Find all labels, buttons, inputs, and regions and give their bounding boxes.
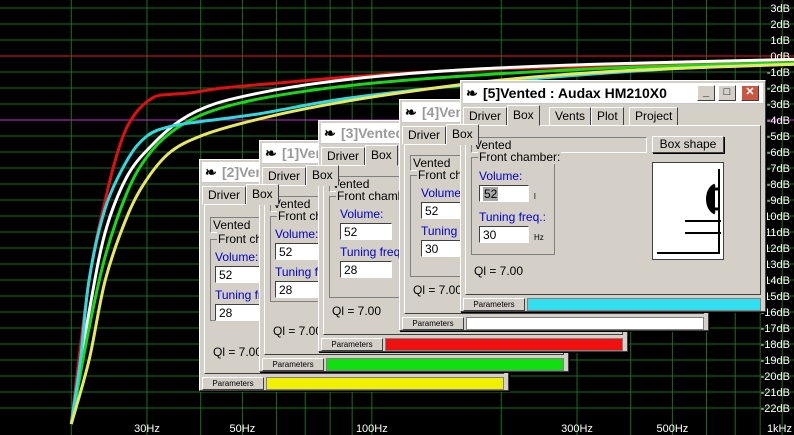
volume-unit: l	[534, 192, 536, 201]
y-tick-label: -18dB	[761, 339, 790, 351]
y-tick-label: -20dB	[761, 371, 790, 383]
box-tab-panel: Vented Box shape Front chamber: Volume: …	[465, 125, 761, 295]
ql-value: Ql = 7.00	[213, 345, 263, 359]
ql-value: Ql = 7.00	[474, 264, 524, 278]
tab-driver[interactable]: Driver	[321, 147, 365, 166]
parameters-button[interactable]: Parameters	[402, 317, 464, 330]
x-tick-label: 1kHz	[767, 423, 792, 435]
y-tick-label: 0dB	[770, 51, 790, 63]
x-tick-label: 300Hz	[561, 423, 593, 435]
tab-box[interactable]: Box	[507, 105, 540, 126]
volume-label: Volume:	[479, 169, 523, 183]
x-tick-label: 30Hz	[134, 423, 160, 435]
y-tick-label: -5dB	[767, 131, 790, 143]
tuning-freq-input[interactable]: 30	[479, 226, 529, 243]
y-tick-label: -4dB	[767, 115, 790, 127]
parameters-button[interactable]: Parameters	[463, 298, 525, 311]
tab-box[interactable]: Box	[306, 165, 339, 186]
tuning-freq-label: Tuning freq.:	[479, 210, 546, 224]
box-shape-icon	[652, 162, 724, 260]
close-button[interactable]: ✕	[741, 85, 759, 101]
tab-driver[interactable]: Driver	[202, 186, 246, 205]
status-bar: Parameters	[463, 298, 763, 311]
x-axis-tick-labels: 30Hz 50Hz 100Hz 300Hz 500Hz 1kHz	[134, 423, 792, 435]
parameters-button[interactable]: Parameters	[262, 358, 324, 371]
y-tick-label: -1dB	[767, 67, 790, 79]
curve-color-bar	[266, 377, 504, 390]
speaker-curve-icon: ❧	[265, 145, 277, 161]
status-bar: Parameters	[202, 377, 506, 390]
y-tick-label: 3dB	[770, 3, 790, 15]
box-shape-drawing	[657, 169, 721, 254]
tab-strip: Driver Box Vents Plot Project	[463, 105, 763, 126]
tuning-freq-unit: Hz	[534, 233, 544, 242]
speaker-curve-icon: ❧	[205, 164, 217, 180]
tuning-freq-label: Tuning freq.:	[340, 245, 407, 259]
y-tick-label: -21dB	[761, 387, 790, 399]
y-tick-label: 2dB	[770, 19, 790, 31]
curve-color-bar	[527, 298, 761, 311]
parameters-button[interactable]: Parameters	[321, 338, 383, 351]
tab-vents[interactable]: Vents	[549, 107, 592, 126]
tab-box[interactable]: Box	[365, 145, 398, 166]
ql-value: Ql = 7.00	[332, 304, 382, 318]
curve-color-bar	[466, 317, 704, 330]
maximize-button[interactable]: □	[718, 85, 736, 101]
x-tick-label: 500Hz	[656, 423, 688, 435]
y-tick-label: -9dB	[767, 195, 790, 207]
front-chamber-label: Front chamber:	[478, 150, 562, 164]
volume-input[interactable]: 52	[479, 185, 529, 202]
speaker-curve-icon: ❧	[405, 104, 417, 120]
box-window-5[interactable]: ❧ [5]Vented : Audax HM210X0 _ □ ✕ Driver…	[460, 80, 766, 312]
title-bar[interactable]: ❧ [5]Vented : Audax HM210X0 _ □ ✕	[463, 83, 763, 104]
y-tick-label: -6dB	[767, 147, 790, 159]
tab-box[interactable]: Box	[446, 124, 479, 145]
volume-value-selected: 52	[483, 187, 499, 201]
ql-value: Ql = 7.00	[413, 283, 463, 297]
y-tick-label: -22dB	[761, 403, 790, 415]
curve-color-bar	[385, 338, 623, 351]
tab-project[interactable]: Project	[629, 107, 679, 126]
y-tick-label: -2dB	[767, 83, 790, 95]
y-tick-label: 1dB	[770, 35, 790, 47]
tab-plot[interactable]: Plot	[591, 107, 624, 126]
x-tick-label: 50Hz	[230, 423, 256, 435]
y-tick-label: -17dB	[761, 323, 790, 335]
curve-color-bar	[326, 358, 564, 371]
status-bar: Parameters	[321, 338, 625, 351]
box-shape-button[interactable]: Box shape	[652, 136, 724, 153]
speaker-curve-icon: ❧	[324, 125, 336, 141]
volume-label: Volume:	[275, 227, 319, 241]
window-title: [3]Vented	[341, 125, 405, 141]
window-title: [5]Vented : Audax HM210X0	[483, 85, 667, 101]
y-tick-label: -8dB	[767, 179, 790, 191]
y-tick-label: -3dB	[767, 99, 790, 111]
status-bar: Parameters	[262, 358, 566, 371]
y-tick-label: -19dB	[761, 355, 790, 367]
ql-value: Ql = 7.00	[273, 324, 323, 338]
volume-input[interactable]: 52	[340, 223, 392, 240]
tab-box[interactable]: Box	[246, 184, 279, 205]
volume-label: Volume:	[215, 250, 259, 264]
tuning-freq-input[interactable]: 28	[340, 261, 392, 278]
volume-label: Volume:	[340, 207, 384, 221]
minimize-button[interactable]: _	[697, 85, 715, 101]
tab-driver[interactable]: Driver	[402, 126, 446, 145]
parameters-button[interactable]: Parameters	[202, 377, 264, 390]
speaker-curve-icon: ❧	[466, 85, 478, 101]
x-tick-label: 100Hz	[356, 423, 388, 435]
volume-label: Volume:	[421, 186, 465, 200]
front-chamber-group: Front chamber: Volume: 52 l Tuning freq.…	[471, 150, 562, 255]
status-bar: Parameters	[402, 317, 706, 330]
y-tick-label: -7dB	[767, 163, 790, 175]
